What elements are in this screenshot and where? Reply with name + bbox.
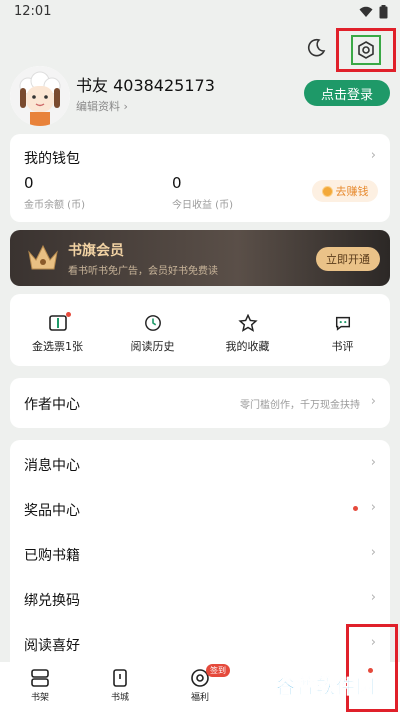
vip-open-button[interactable]: 立即开通 xyxy=(316,247,380,271)
notification-dot xyxy=(66,312,71,317)
star-icon xyxy=(237,314,258,332)
today-earnings-caption: 今日收益 (币) xyxy=(172,200,233,211)
battery-icon xyxy=(379,5,388,19)
vip-banner[interactable]: 书旗会员 看书听书免广告，会员好书免费读 立即开通 xyxy=(10,230,390,286)
quick-item-label: 我的收藏 xyxy=(225,340,270,353)
edit-profile-link[interactable]: 编辑资料 › xyxy=(76,98,128,114)
edit-profile-label: 编辑资料 xyxy=(76,100,120,113)
status-bar: 12:01 xyxy=(0,0,400,24)
menu-item-label: 阅读喜好 xyxy=(24,638,80,654)
menu-item-reading-preferences[interactable]: 阅读喜好 › xyxy=(10,620,390,665)
settings-button[interactable] xyxy=(351,35,381,65)
tab-label: 书架 xyxy=(30,693,49,703)
notification-dot xyxy=(353,506,358,511)
chevron-right-icon: › xyxy=(370,455,376,470)
tab-bookstore[interactable]: 书城 xyxy=(80,662,160,712)
quick-actions: 金选票1张 阅读历史 我的收藏 书评 xyxy=(10,294,390,366)
status-time: 12:01 xyxy=(14,4,52,19)
login-button[interactable]: 点击登录 xyxy=(304,80,390,106)
author-center-row[interactable]: 作者中心 零门槛创作，千万现金扶持 › xyxy=(10,378,390,428)
menu-item-purchased-books[interactable]: 已购书籍 › xyxy=(10,530,390,575)
today-earnings: 0 xyxy=(172,174,182,192)
comment-icon xyxy=(335,316,350,331)
menu-item-label: 已购书籍 xyxy=(24,548,80,564)
tab-bookshelf[interactable]: 书架 xyxy=(0,662,80,712)
menu-list: 消息中心 › 奖品中心 › 已购书籍 › 绑兑换码 › 阅读喜好 › xyxy=(10,440,390,662)
earn-money-button[interactable]: 去赚钱 xyxy=(312,180,378,202)
ticket-icon xyxy=(48,315,67,331)
coin-balance: 0 xyxy=(24,174,34,192)
gear-icon xyxy=(358,41,374,59)
moon-icon xyxy=(308,38,326,57)
user-name: 书友 4038425173 xyxy=(76,76,215,95)
profile-header: 书友 4038425173 编辑资料 › 点击登录 xyxy=(10,62,390,126)
earn-money-label: 去赚钱 xyxy=(335,185,369,198)
tab-label: 福利 xyxy=(190,693,209,703)
menu-item-messages[interactable]: 消息中心 › xyxy=(10,440,390,485)
menu-item-label: 奖品中心 xyxy=(24,503,80,519)
wallet-title: 我的钱包 xyxy=(24,151,80,167)
crown-icon xyxy=(28,244,58,270)
status-icons xyxy=(359,5,388,19)
vip-title: 书旗会员 xyxy=(68,243,124,259)
author-center-title: 作者中心 xyxy=(24,397,80,413)
author-center-hint: 零门槛创作，千万现金扶持 xyxy=(240,400,360,411)
quick-item-label: 书评 xyxy=(331,340,354,353)
bookstore-icon xyxy=(113,669,127,687)
clock-icon xyxy=(144,315,161,331)
menu-item-label: 绑兑换码 xyxy=(24,593,80,609)
menu-item-redeem-code[interactable]: 绑兑换码 › xyxy=(10,575,390,620)
quick-item-reviews[interactable]: 书评 xyxy=(295,294,390,366)
chevron-right-icon: › xyxy=(123,100,128,113)
avatar[interactable] xyxy=(10,66,70,126)
quick-item-ticket[interactable]: 金选票1张 xyxy=(10,294,105,366)
coin-balance-caption: 金币余额 (币) xyxy=(24,200,85,211)
menu-item-label: 消息中心 xyxy=(24,458,80,474)
bookshelf-icon xyxy=(31,669,49,687)
chevron-right-icon: › xyxy=(370,148,376,163)
tab-welfare[interactable]: 签到 福利 xyxy=(160,662,240,712)
quick-item-label: 阅读历史 xyxy=(130,340,175,353)
sheep-avatar-icon xyxy=(10,66,70,126)
quick-item-favorites[interactable]: 我的收藏 xyxy=(200,294,295,366)
quick-item-label: 金选票1张 xyxy=(32,340,83,353)
night-mode-button[interactable] xyxy=(302,34,330,62)
chevron-right-icon: › xyxy=(370,590,376,605)
tab-label: 书城 xyxy=(110,693,129,703)
watermark: 谷普软件园 xyxy=(276,676,377,699)
chevron-right-icon: › xyxy=(370,500,376,515)
sign-in-badge: 签到 xyxy=(206,664,230,677)
wifi-icon xyxy=(359,6,373,17)
menu-item-prizes[interactable]: 奖品中心 › xyxy=(10,485,390,530)
quick-item-history[interactable]: 阅读历史 xyxy=(105,294,200,366)
chevron-right-icon: › xyxy=(370,394,376,409)
vip-subtitle: 看书听书免广告，会员好书免费读 xyxy=(68,266,218,277)
coin-icon xyxy=(321,185,333,197)
chevron-right-icon: › xyxy=(370,545,376,560)
wallet-card[interactable]: 我的钱包 › 0 金币余额 (币) 0 今日收益 (币) 去赚钱 xyxy=(10,134,390,222)
